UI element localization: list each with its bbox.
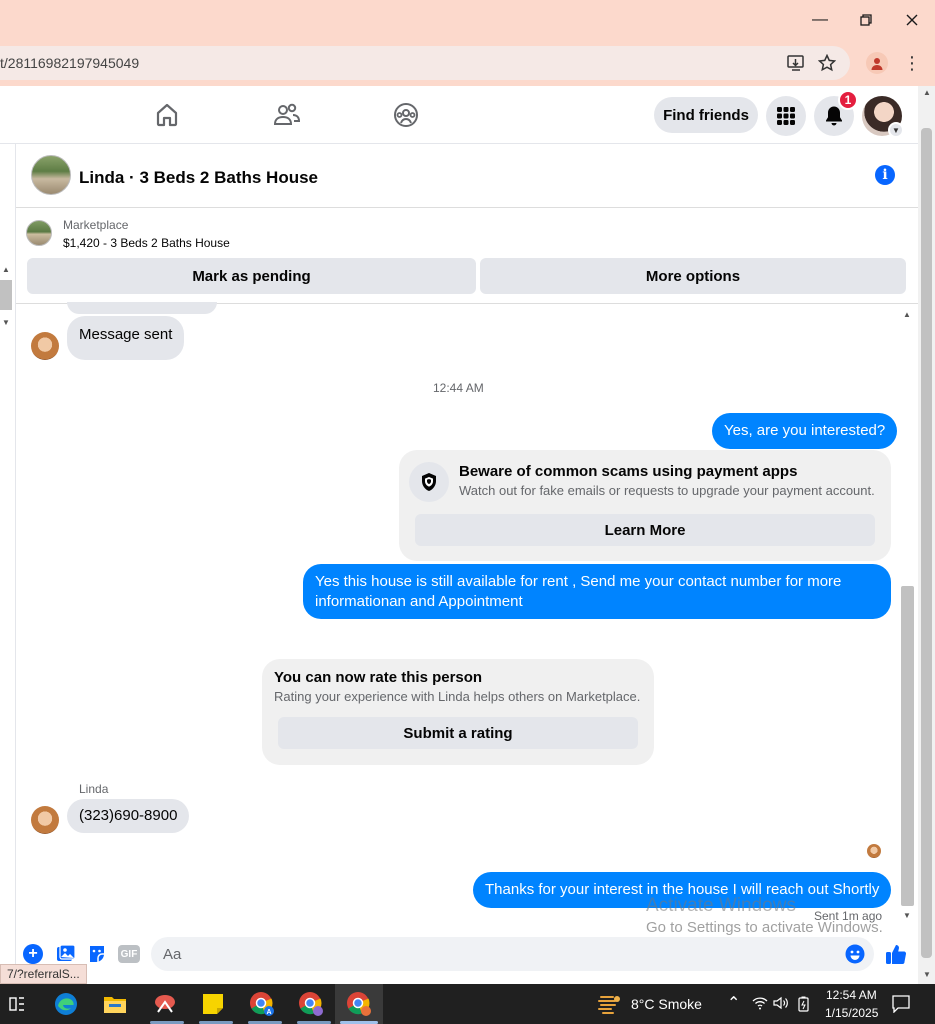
chrome-profile-b-icon[interactable] <box>297 990 325 1018</box>
file-explorer-icon[interactable] <box>101 990 129 1018</box>
find-friends-button[interactable]: Find friends <box>654 97 758 133</box>
sender-name: Linda <box>79 782 109 796</box>
message-bubble-partial <box>67 302 217 314</box>
minimize-icon[interactable]: — <box>808 8 832 32</box>
weather-haze-icon[interactable] <box>596 990 624 1018</box>
url-text: t/28116982197945049 <box>0 55 140 71</box>
notification-count-badge: 1 <box>838 90 858 110</box>
activate-windows-watermark: Activate Windows <box>646 895 796 916</box>
message-input-placeholder: Aa <box>163 945 182 963</box>
chat-title[interactable]: Linda · 3 Beds 2 Baths House <box>79 168 318 188</box>
left-scroll-up-icon[interactable]: ▲ <box>2 265 10 274</box>
message-bubble-incoming: (323)690-8900 <box>67 799 190 833</box>
gif-icon[interactable]: GIF <box>118 945 140 963</box>
seen-indicator-avatar <box>867 844 881 858</box>
sender-avatar[interactable] <box>31 332 59 360</box>
chrome-profile-c-icon[interactable] <box>345 990 373 1018</box>
bell-icon <box>826 106 842 126</box>
message-bubble-incoming: Message sent <box>67 316 185 360</box>
rating-prompt-card: You can now rate this person Rating your… <box>262 659 654 765</box>
more-options-button[interactable]: More options <box>480 258 906 294</box>
browser-menu-icon[interactable]: ⋮ <box>903 52 921 74</box>
scam-warning-card: Beware of common scams using payment app… <box>399 450 891 561</box>
info-icon[interactable]: i <box>875 165 895 185</box>
browser-profile-icon[interactable] <box>866 52 888 74</box>
message-timestamp: 12:44 AM <box>433 381 484 395</box>
marketplace-label: Marketplace <box>63 218 129 232</box>
grid-icon <box>777 107 795 125</box>
scam-warning-title: Beware of common scams using payment app… <box>459 463 798 480</box>
status-bar-url: 7/?referralS... <box>0 964 87 984</box>
emoji-icon[interactable] <box>845 944 865 964</box>
activate-windows-hint: Go to Settings to activate Windows. <box>646 919 883 936</box>
menu-grid-button[interactable] <box>766 96 806 136</box>
sender-avatar[interactable] <box>31 806 59 834</box>
windows-taskbar: A 8°C Smoke ⌃ 12:54 AM 1/15/2025 <box>0 984 935 1024</box>
rating-prompt-title: You can now rate this person <box>274 669 483 686</box>
listing-avatar[interactable] <box>31 155 71 195</box>
browser-toolbar: t/28116982197945049 ⋮ <box>0 40 935 86</box>
facebook-navbar: Find friends 1 ▼ <box>0 86 918 144</box>
install-app-icon[interactable] <box>786 53 806 73</box>
maximize-icon[interactable] <box>854 8 878 32</box>
message-bubble-outgoing: Yes, are you interested? <box>712 413 898 449</box>
marketplace-listing-bar: Marketplace $1,420 - 3 Beds 2 Baths Hous… <box>16 208 918 304</box>
weather-text[interactable]: 8°C Smoke <box>631 996 702 1012</box>
thumbs-up-icon[interactable] <box>884 942 908 966</box>
left-scrollbar-thumb[interactable] <box>0 280 12 310</box>
close-icon[interactable] <box>900 8 924 32</box>
rating-prompt-body: Rating your experience with Linda helps … <box>274 689 641 704</box>
window-titlebar: — <box>0 0 935 40</box>
bookmark-star-icon[interactable] <box>817 53 837 73</box>
friends-icon[interactable] <box>272 100 302 130</box>
svg-text:A: A <box>266 1009 271 1016</box>
page-scrollbar-thumb[interactable] <box>921 128 932 958</box>
wifi-icon[interactable] <box>752 996 768 1015</box>
scroll-up-arrow-icon[interactable]: ▲ <box>923 88 931 97</box>
sticker-icon[interactable] <box>87 944 107 964</box>
chevron-down-icon[interactable]: ▼ <box>888 122 904 138</box>
clock-time[interactable]: 12:54 AM <box>826 988 877 1002</box>
scam-warning-body: Watch out for fake emails or requests to… <box>459 483 875 498</box>
notification-center-icon[interactable] <box>892 995 910 1018</box>
listing-price-title[interactable]: $1,420 - 3 Beds 2 Baths House <box>63 236 230 250</box>
battery-icon[interactable] <box>797 996 811 1017</box>
chat-scroll-up-icon[interactable]: ▲ <box>903 310 911 319</box>
clock-date[interactable]: 1/15/2025 <box>825 1006 878 1020</box>
sticky-notes-icon[interactable] <box>199 990 227 1018</box>
chat-header: Linda · 3 Beds 2 Baths House i <box>16 144 918 208</box>
message-input[interactable]: Aa <box>151 937 874 971</box>
scroll-down-arrow-icon[interactable]: ▼ <box>923 970 931 979</box>
home-icon[interactable] <box>152 100 182 130</box>
address-bar[interactable]: t/28116982197945049 <box>0 46 850 80</box>
message-bubble-outgoing: Yes this house is still available for re… <box>303 564 891 619</box>
edge-browser-icon[interactable] <box>52 990 80 1018</box>
shield-icon <box>409 462 449 502</box>
mark-as-pending-button[interactable]: Mark as pending <box>27 258 476 294</box>
chrome-profile-a-icon[interactable]: A <box>248 990 276 1018</box>
chevron-up-icon[interactable]: ⌃ <box>727 993 740 1013</box>
photo-icon[interactable] <box>56 944 76 964</box>
submit-rating-button[interactable]: Submit a rating <box>278 717 638 749</box>
volume-icon[interactable] <box>773 996 789 1015</box>
task-view-icon[interactable] <box>3 990 31 1018</box>
chat-scrollbar-thumb[interactable] <box>901 586 914 906</box>
left-scroll-down-icon[interactable]: ▼ <box>2 318 10 327</box>
snipping-app-icon[interactable] <box>151 990 179 1018</box>
plus-icon[interactable]: + <box>23 944 43 964</box>
listing-thumbnail[interactable] <box>26 220 52 246</box>
groups-icon[interactable] <box>391 100 421 130</box>
learn-more-button[interactable]: Learn More <box>415 514 875 546</box>
chat-scroll-down-icon[interactable]: ▼ <box>903 911 911 920</box>
